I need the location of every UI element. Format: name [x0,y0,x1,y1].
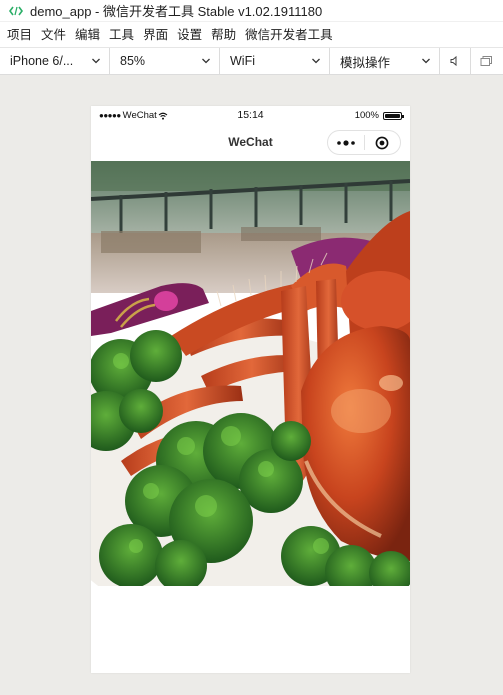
chevron-down-icon [202,58,210,64]
status-battery-group: 100% [354,110,404,121]
menu-help[interactable]: 帮助 [208,22,242,48]
crab-dish-image [91,161,410,586]
more-button[interactable] [328,131,364,154]
network-select-value: WiFi [230,54,255,68]
chevron-down-icon [92,58,100,64]
battery-percent: 100% [354,110,379,121]
menu-wechat-devtools[interactable]: 微信开发者工具 [242,22,339,48]
title-bar: demo_app - 微信开发者工具 Stable v1.02.1911180 [0,0,503,22]
simulator-toolbar: iPhone 6/... 85% WiFi 模拟操作 [0,48,503,75]
menu-bar: 项目 文件 编辑 工具 界面 设置 帮助 微信开发者工具 [0,22,503,48]
close-mini-program-button[interactable] [365,131,401,154]
menu-tools[interactable]: 工具 [106,22,140,48]
devtools-window: demo_app - 微信开发者工具 Stable v1.02.1911180 … [0,0,503,695]
mini-program-navbar: WeChat [91,124,410,162]
menu-project[interactable]: 项目 [4,22,38,48]
chevron-down-icon [312,58,320,64]
zoom-select[interactable]: 85% [110,48,220,74]
phone-screen[interactable]: ●●●●● WeChat 15:14 100% WeChat [91,106,410,673]
battery-icon [383,111,404,120]
speaker-icon [450,55,457,67]
menu-edit[interactable]: 编辑 [72,22,106,48]
menu-interface[interactable]: 界面 [140,22,174,48]
capsule-menu [327,130,401,155]
battery-level [385,113,400,118]
device-select[interactable]: iPhone 6/... [0,48,110,74]
phone-status-bar: ●●●●● WeChat 15:14 100% [91,106,410,124]
network-select[interactable]: WiFi [220,48,330,74]
mute-button[interactable] [440,48,471,74]
more-dots-icon [336,139,355,146]
detach-window-button[interactable] [471,48,502,74]
window-title: demo_app - 微信开发者工具 Stable v1.02.1911180 [30,4,323,19]
menu-settings[interactable]: 设置 [174,22,208,48]
window-icon [480,56,492,66]
chevron-down-icon [422,58,430,64]
crab-photo [91,161,410,586]
operation-select-value: 模拟操作 [340,55,391,70]
simulator-area: ●●●●● WeChat 15:14 100% WeChat [0,75,503,695]
zoom-select-value: 85% [120,54,146,68]
menu-file[interactable]: 文件 [38,22,72,48]
device-select-value: iPhone 6/... [10,54,74,68]
operation-select[interactable]: 模拟操作 [330,48,440,74]
target-circle-icon [375,136,389,149]
code-brackets-icon [8,5,24,17]
